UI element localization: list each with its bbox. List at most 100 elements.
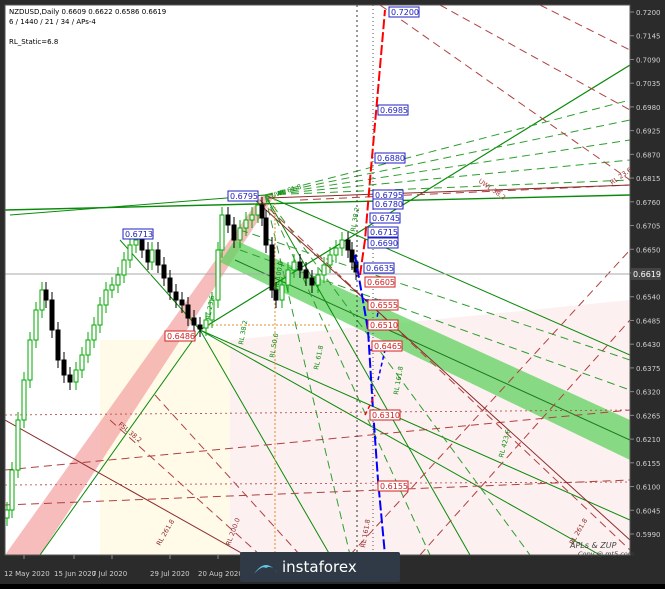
candle-body: [15, 419, 21, 471]
candle-body: [55, 329, 61, 361]
candle-body: [133, 239, 139, 246]
candle-body: [127, 244, 133, 261]
candle-body: [231, 224, 237, 241]
watermark-main: APLs & ZUP: [569, 541, 617, 550]
blue-price-label: 0.7200: [391, 8, 419, 17]
candle-body: [279, 284, 285, 301]
red-price-label: 0.6510: [370, 321, 398, 330]
x-tick-label: 15 Jun 2020: [54, 570, 96, 578]
candle-body: [273, 289, 279, 301]
candle-body: [79, 354, 85, 371]
y-tick-label: 0.7035: [636, 80, 661, 88]
candle-body: [73, 369, 79, 383]
static-label: RL_Static=6.8: [9, 38, 58, 46]
red-price-label: 0.6605: [367, 278, 395, 287]
params-line: 6 / 1440 / 21 / 34 / APs-4: [9, 18, 96, 26]
candle-body: [185, 304, 191, 319]
red-price-label: 0.6555: [370, 301, 398, 310]
blue-price-label: 0.6985: [380, 106, 408, 115]
y-tick-label: 0.6320: [636, 389, 661, 397]
red-price-label: 0.6465: [374, 342, 402, 351]
chart-window: 0.7200 0.7145 0.7090 0.7035 0.6980 0.6925 0.68…: [0, 0, 665, 584]
candle-body: [39, 289, 45, 311]
candle-body: [33, 309, 39, 341]
x-tick-label: 29 Jul 2020: [150, 570, 190, 578]
candle-body: [197, 324, 203, 330]
symbol-line: NZDUSD,Daily 0.6609 0.6622 0.6586 0.6619: [9, 8, 166, 16]
price-chart: 0.7200 0.7145 0.7090 0.7035 0.6980 0.6925 0.68…: [0, 0, 665, 584]
y-tick-label: 0.6155: [636, 460, 661, 468]
blue-price-label: 0.6713: [125, 230, 153, 239]
blue-price-label: 0.6635: [366, 264, 394, 273]
y-tick-label: 0.5990: [636, 531, 661, 539]
y-tick-label: 0.6375: [636, 365, 661, 373]
candle-body: [49, 299, 55, 331]
candle-body: [327, 254, 333, 266]
candle-body: [259, 204, 265, 219]
candle-body: [321, 264, 327, 276]
watermark-sub: Copy @ mt5.com: [578, 550, 634, 558]
candle-body: [85, 339, 91, 356]
candle-body: [263, 217, 269, 246]
candle-body: [333, 247, 339, 256]
x-tick-label: 12 May 2020: [4, 570, 50, 578]
blue-price-label: 0.6715: [370, 228, 398, 237]
candle-body: [285, 269, 291, 286]
x-tick-label: 20 Aug 2020: [198, 570, 243, 578]
y-tick-label: 0.6540: [636, 294, 661, 302]
candle-body: [43, 289, 49, 301]
candle-body: [173, 291, 179, 301]
candle-body: [91, 324, 97, 341]
candle-body: [61, 359, 67, 376]
y-tick-label: 0.6925: [636, 128, 661, 136]
red-price-label: 0.6486: [167, 332, 195, 341]
candle-body: [249, 214, 255, 221]
candle-body: [5, 509, 10, 519]
red-price-label: 0.6155: [380, 482, 408, 491]
candle-body: [109, 284, 115, 291]
candle-body: [27, 339, 33, 381]
y-tick-label: 0.6485: [636, 317, 661, 325]
candle-body: [115, 274, 121, 286]
blue-price-label: 0.6795: [230, 192, 258, 201]
current-price-tag: 0.6619: [631, 268, 661, 280]
y-tick-label: 0.6815: [636, 175, 661, 183]
y-tick-label: 0.6870: [636, 151, 661, 159]
candle-body: [297, 261, 303, 271]
candle-body: [219, 214, 225, 251]
y-tick-label: 0.6210: [636, 436, 661, 444]
candle-body: [191, 317, 197, 326]
svg-text:0.6619: 0.6619: [633, 270, 661, 279]
candle-body: [225, 214, 231, 226]
x-tick-label: 7 Jul 2020: [92, 570, 127, 578]
y-tick-label: 0.6045: [636, 507, 661, 515]
candle-body: [103, 289, 109, 306]
candle-body: [179, 299, 185, 306]
candle-body: [155, 249, 161, 266]
candle-body: [345, 239, 351, 251]
y-tick-label: 0.6100: [636, 484, 661, 492]
candle-body: [339, 239, 345, 249]
candle-body: [203, 319, 209, 329]
y-tick-label: 0.6980: [636, 104, 661, 112]
candle-body: [121, 259, 127, 276]
candle-body: [303, 269, 309, 279]
candle-body: [139, 239, 145, 251]
candle-body: [9, 469, 15, 511]
candle-body: [149, 249, 155, 263]
y-tick-label: 0.6265: [636, 412, 661, 420]
candle-body: [167, 277, 173, 293]
candle-body: [161, 264, 167, 279]
instaforex-logo: instaforex: [240, 552, 400, 582]
blue-price-label: 0.6745: [372, 214, 400, 223]
y-tick-label: 0.7090: [636, 56, 661, 64]
candle-body: [291, 261, 297, 271]
blue-price-label: 0.6880: [377, 154, 405, 163]
candle-body: [349, 249, 355, 263]
candle-body: [255, 204, 261, 216]
lower-left-tint: [100, 340, 230, 555]
candle-body: [21, 379, 27, 421]
y-tick-label: 0.6705: [636, 223, 661, 231]
candle-body: [237, 227, 243, 241]
y-tick-label: 0.7200: [636, 9, 661, 17]
